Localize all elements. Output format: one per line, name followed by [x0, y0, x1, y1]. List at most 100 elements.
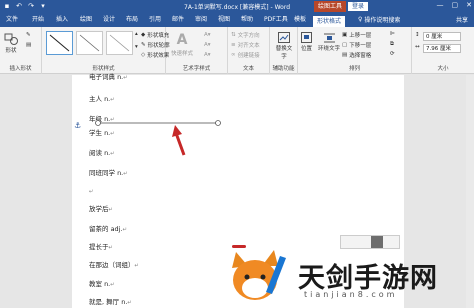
group-text: ⇅ 文字方向 ≡ 对齐文本 ∞ 创建链接 文本 [228, 27, 270, 74]
tab-help[interactable]: 帮助 [239, 15, 255, 25]
title-bar: ▪ ↶ ↷ ▾ 7A-1单词默写.docx [兼容模式] - Word 绘图工具… [0, 0, 474, 13]
site-watermark: 天剑手游网 tianjian8.com [222, 244, 474, 308]
position-icon [301, 32, 312, 43]
red-arrow-icon [172, 125, 186, 156]
tab-design[interactable]: 设计 [101, 15, 117, 25]
paint-bucket-icon: ◆ [141, 32, 146, 38]
pen-icon: ✎ [141, 42, 146, 48]
wordart-a-icon: A [176, 32, 188, 48]
edit-shape-icon[interactable]: ✎ [26, 32, 31, 38]
align-text-icon: ≡ [231, 42, 236, 48]
tab-home[interactable]: 开始 [30, 15, 46, 25]
tab-draw[interactable]: 绘图 [78, 15, 94, 25]
doc-line: 就是, 舞厅 n.↵ [89, 298, 132, 306]
shape-effects-button[interactable]: ◇ 形状效果 [141, 51, 169, 59]
wrap-text-icon [323, 33, 335, 43]
shape-style-2[interactable] [76, 31, 103, 55]
tab-templates[interactable]: 模板 [292, 15, 308, 25]
height-input[interactable]: 0 厘米 [423, 32, 461, 41]
group-arrange: 位置 环绕文字 ▣ 上移一层 ▢ 下移一层 ▤ 选择窗格 ⊫ ⧉ ⟳ 排列 [298, 27, 412, 74]
drawn-line-overlay: ⚓ [74, 120, 221, 156]
text-outline-icon: A▾ [204, 42, 211, 48]
tab-shape-format[interactable]: 形状格式 [313, 16, 346, 27]
rotate-icon[interactable]: ⟳ [390, 51, 395, 57]
style-gallery-expand[interactable]: ▾ [135, 44, 138, 50]
group-size: ↕ 0 厘米 ↔ 7.96 厘米 大小 [412, 27, 474, 74]
alt-text-icon [278, 32, 290, 43]
tab-insert[interactable]: 插入 [54, 15, 70, 25]
share-button[interactable]: 共享 [456, 15, 468, 24]
shapes-icon [4, 33, 18, 45]
doc-line: 放学后↵ [89, 205, 114, 213]
group-insert-shapes: 形状 ✎ ▤ 插入形状 [0, 27, 42, 74]
line-start-handle[interactable] [95, 120, 101, 126]
doc-line: 提长于↵ [89, 243, 114, 251]
quick-styles-button[interactable]: A 快速样式 [171, 32, 193, 57]
minimize-button[interactable]: — [437, 1, 444, 9]
text-effects-icon: A▾ [204, 52, 211, 58]
tab-layout[interactable]: 布局 [124, 15, 140, 25]
link-icon: ∞ [231, 52, 236, 58]
line-end-handle[interactable] [215, 120, 221, 126]
group-shape-styles: ▴ ▾ ◆ 形状填充 ✎ 形状轮廓 ◇ 形状效果 形状样式 [42, 27, 170, 74]
login-button[interactable]: 登录 [348, 2, 369, 11]
align-icon[interactable]: ⊫ [390, 31, 395, 37]
doc-line: 电子词典 n.↵ [89, 73, 128, 81]
create-link-button: ∞ 创建链接 [231, 52, 260, 59]
send-backward-icon: ▢ [342, 42, 348, 48]
group-label: 辅助功能 [272, 66, 295, 72]
window-title: 7A-1单词默写.docx [兼容模式] - Word [184, 4, 290, 11]
tell-me-search[interactable]: ♀ 操作说明搜索 [358, 15, 400, 24]
text-direction-button: ⇅ 文字方向 [231, 32, 260, 39]
close-button[interactable]: ✕ [466, 1, 472, 9]
window-controls: — ▢ ✕ [437, 1, 473, 9]
shape-style-3[interactable] [106, 31, 133, 55]
group-label: 排列 [348, 66, 360, 72]
doc-line: 主人 n.↵ [89, 95, 115, 103]
ribbon: 形状 ✎ ▤ 插入形状 ▴ ▾ ◆ 形状填充 ✎ 形状轮廓 ◇ 形状效果 形状样… [0, 27, 474, 74]
tab-file[interactable]: 文件 [4, 15, 20, 25]
shapes-button[interactable]: 形状 [4, 33, 18, 54]
bring-forward-icon: ▣ [342, 32, 348, 38]
tell-me-label: 操作说明搜索 [364, 17, 401, 24]
width-icon: ↔ [415, 44, 420, 50]
text-direction-icon: ⇅ [231, 32, 236, 38]
shape-style-1[interactable] [46, 31, 73, 55]
selection-pane-icon: ▤ [342, 52, 348, 58]
group-label: 插入形状 [9, 66, 32, 72]
group-label: 文本 [242, 66, 254, 72]
tab-references[interactable]: 引用 [147, 15, 163, 25]
position-button[interactable]: 位置 [301, 32, 312, 52]
alt-text-button[interactable]: 替换文字 [274, 32, 294, 60]
group-wordart-styles: A 快速样式 A▾ A▾ A▾ 艺术字样式 [166, 27, 228, 74]
tab-mailings[interactable]: 邮件 [170, 15, 186, 25]
height-icon: ↕ [415, 32, 420, 38]
doc-line: 在那边（词组）↵ [89, 261, 140, 269]
ribbon-tabs: 文件 开始 插入 绘图 设计 布局 引用 邮件 审阅 视图 帮助 PDF工具 模… [0, 13, 474, 27]
shape-fill-button[interactable]: ◆ 形状填充 [141, 31, 169, 39]
context-tab-label: 绘图工具 [314, 1, 347, 12]
group-label: 艺术字样式 [182, 66, 211, 72]
text-fill-icon: A▾ [204, 32, 211, 38]
wrap-text-button[interactable]: 环绕文字 [318, 32, 340, 52]
tab-pdf-tools[interactable]: PDF工具 [262, 15, 290, 25]
send-backward-button[interactable]: ▢ 下移一层 [342, 41, 371, 49]
tab-review[interactable]: 审阅 [193, 15, 209, 25]
maximize-button[interactable]: ▢ [452, 1, 459, 9]
anchor-icon: ⚓ [74, 121, 81, 130]
group-objects-icon[interactable]: ⧉ [390, 41, 394, 48]
effects-icon: ◇ [141, 52, 146, 58]
width-input[interactable]: 7.96 厘米 [423, 44, 461, 53]
selection-pane-button[interactable]: ▤ 选择窗格 [342, 51, 371, 59]
lightbulb-icon: ♀ [358, 16, 363, 23]
fox-logo-icon [232, 250, 286, 300]
tab-view[interactable]: 视图 [216, 15, 232, 25]
bring-forward-button[interactable]: ▣ 上移一层 [342, 31, 371, 39]
textbox-icon[interactable]: ▤ [26, 42, 31, 48]
group-accessibility: 替换文字 辅助功能 [270, 27, 298, 74]
doc-line: 同班同学 n.↵ [89, 169, 128, 177]
group-label: 大小 [437, 66, 449, 72]
doc-line: ↵ [89, 189, 94, 195]
style-gallery-more[interactable]: ▴ [135, 31, 138, 37]
doc-line: 留茶的 adj.↵ [89, 225, 128, 233]
